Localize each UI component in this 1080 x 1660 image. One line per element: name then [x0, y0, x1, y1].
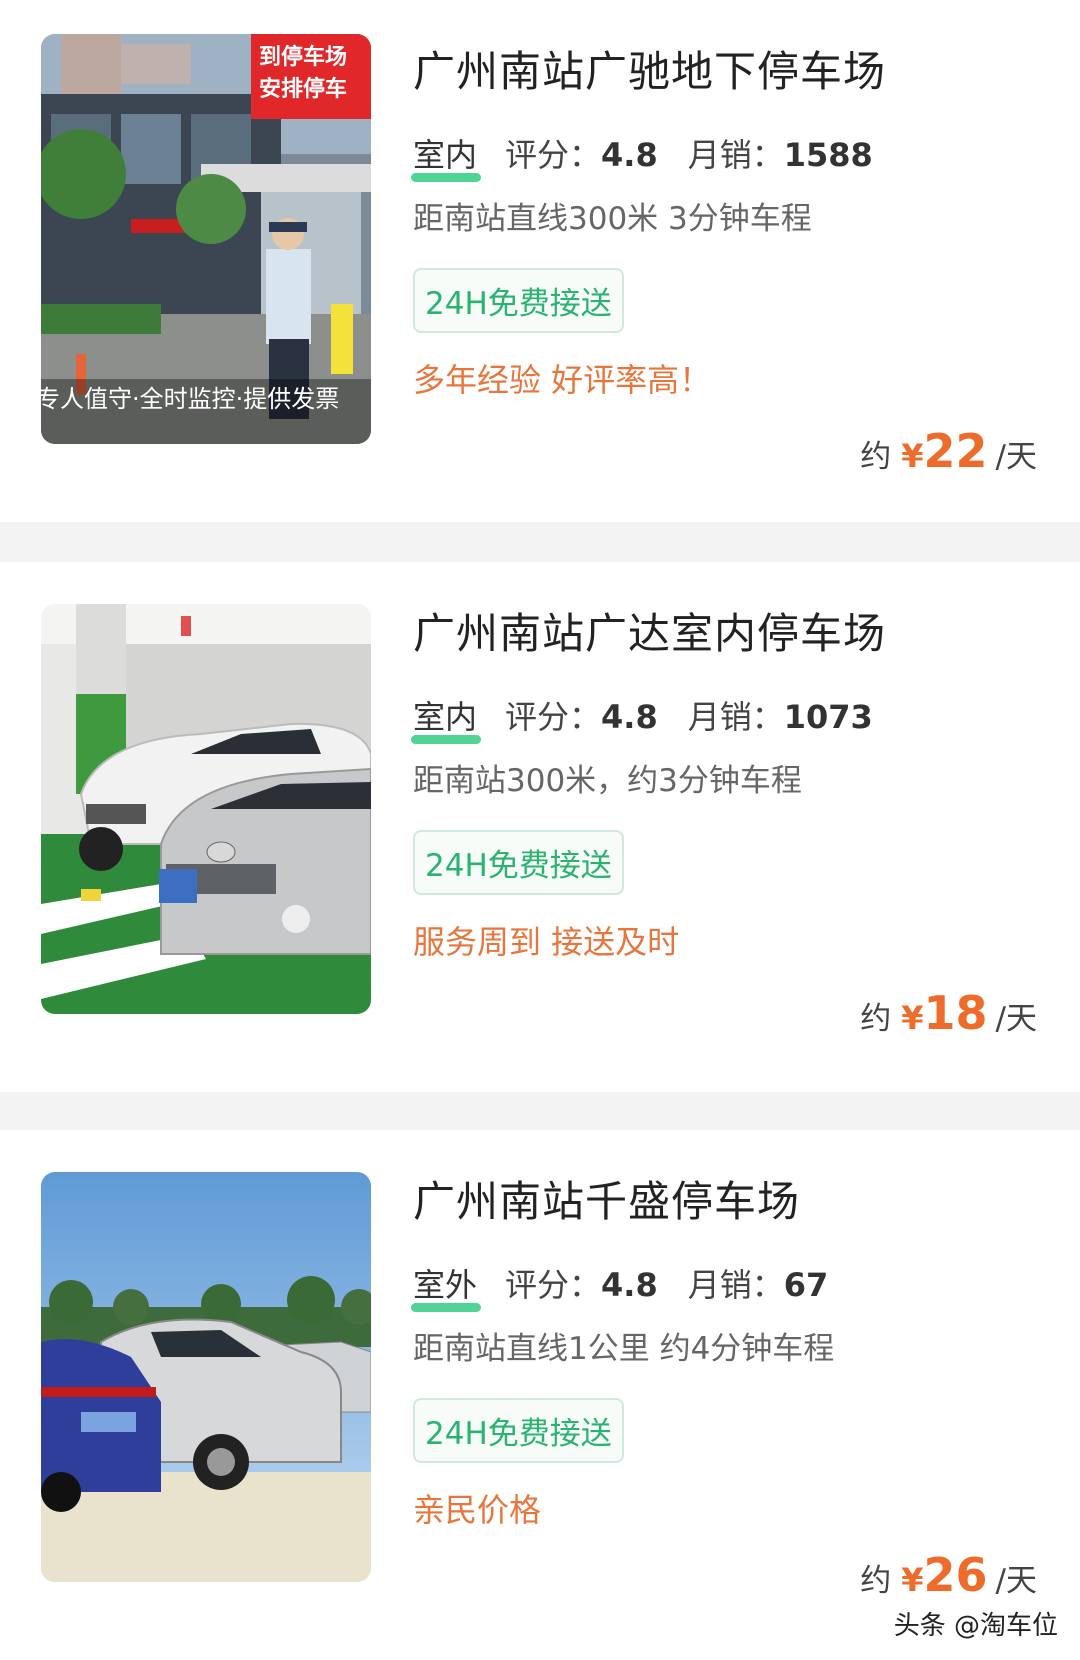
shuttle-badge: 24H免费接送 — [413, 830, 624, 895]
listing-meta: 室内 评分：4.8 月销：1588 — [411, 130, 903, 182]
parking-type-tag: 室内 — [411, 130, 482, 182]
listing-meta: 室外 评分：4.8 月销：67 — [411, 1260, 858, 1312]
rating-value: 4.8 — [601, 136, 658, 174]
rating-value: 4.8 — [601, 698, 658, 736]
tag-underline — [411, 735, 482, 744]
tag-underline — [411, 173, 482, 182]
listing-meta: 室内 评分：4.8 月销：1073 — [411, 692, 903, 744]
rating-label: 评分： — [505, 698, 602, 736]
photo-sign-line-2: 安排停车 — [259, 76, 347, 102]
distance-text: 距南站直线1公里 约4分钟车程 — [413, 1331, 835, 1367]
listing-title[interactable]: 广州南站千盛停车场 — [413, 1168, 800, 1229]
price: 约 ¥18/天 — [860, 986, 1037, 1040]
photo-sign-line-1: 到停车场 — [259, 44, 347, 70]
listing-title[interactable]: 广州南站广达室内停车场 — [413, 600, 886, 661]
price: 约 ¥22/天 — [860, 424, 1037, 478]
currency-symbol: ¥ — [901, 437, 924, 475]
price-prefix: 约 — [860, 1001, 892, 1037]
listing-card-3[interactable]: 广州南站千盛停车场 室外 评分：4.8 月销：67 距南站直线1公里 约4分钟车程 … — [0, 1130, 1080, 1660]
listing-photo-2[interactable] — [41, 604, 371, 1014]
distance-text: 距南站直线300米 3分钟车程 — [413, 201, 812, 237]
sales-value: 1588 — [783, 136, 873, 174]
outdoor-lot-image — [41, 1172, 371, 1582]
currency-symbol: ¥ — [901, 999, 924, 1037]
parking-type-tag: 室内 — [411, 692, 482, 744]
tag-underline — [411, 1303, 482, 1312]
price-unit: /天 — [995, 1001, 1037, 1037]
parking-entrance-image: 到停车场 安排停车 专人值守·全时监控·提供发票 — [41, 34, 371, 444]
listing-photo-1[interactable]: 到停车场 安排停车 专人值守·全时监控·提供发票 — [41, 34, 371, 444]
slogan-text: 亲民价格 — [413, 1491, 542, 1529]
slogan-text: 多年经验 好评率高！ — [413, 361, 712, 399]
photo-caption: 专人值守·全时监控·提供发票 — [41, 385, 339, 413]
listing-card-1[interactable]: 到停车场 安排停车 专人值守·全时监控·提供发票 广州南站广驰地下停车场 室内评… — [0, 0, 1080, 522]
listing-photo-3[interactable] — [41, 1172, 371, 1582]
watermark: 头条 @淘车位 — [893, 1611, 1058, 1641]
rating-label: 评分： — [505, 136, 602, 174]
listing-title[interactable]: 广州南站广驰地下停车场 — [413, 38, 886, 99]
price-value: 18 — [923, 986, 988, 1040]
price-value: 26 — [923, 1548, 988, 1602]
listing-card-2[interactable]: 广州南站广达室内停车场 室内 评分：4.8 月销：1073 距南站300米，约3分钟… — [0, 562, 1080, 1092]
distance-text: 距南站300米，约3分钟车程 — [413, 763, 802, 799]
rating-value: 4.8 — [601, 1266, 658, 1304]
price-prefix: 约 — [860, 1563, 892, 1599]
slogan-text: 服务周到 接送及时 — [413, 923, 680, 961]
price-unit: /天 — [995, 1563, 1037, 1599]
shuttle-badge: 24H免费接送 — [413, 1398, 624, 1463]
price-value: 22 — [923, 424, 988, 478]
currency-symbol: ¥ — [901, 1561, 924, 1599]
rating-label: 评分： — [505, 1266, 602, 1304]
price-unit: /天 — [995, 439, 1037, 475]
price: 约 ¥26/天 — [860, 1548, 1037, 1602]
price-prefix: 约 — [860, 439, 892, 475]
parking-type-tag: 室外 — [411, 1260, 482, 1312]
sales-label: 月销： — [687, 136, 784, 174]
sales-label: 月销： — [687, 698, 784, 736]
shuttle-badge: 24H免费接送 — [413, 268, 624, 333]
indoor-garage-image — [41, 604, 371, 1014]
sales-value: 1073 — [783, 698, 873, 736]
sales-value: 67 — [783, 1266, 829, 1304]
sales-label: 月销： — [687, 1266, 784, 1304]
